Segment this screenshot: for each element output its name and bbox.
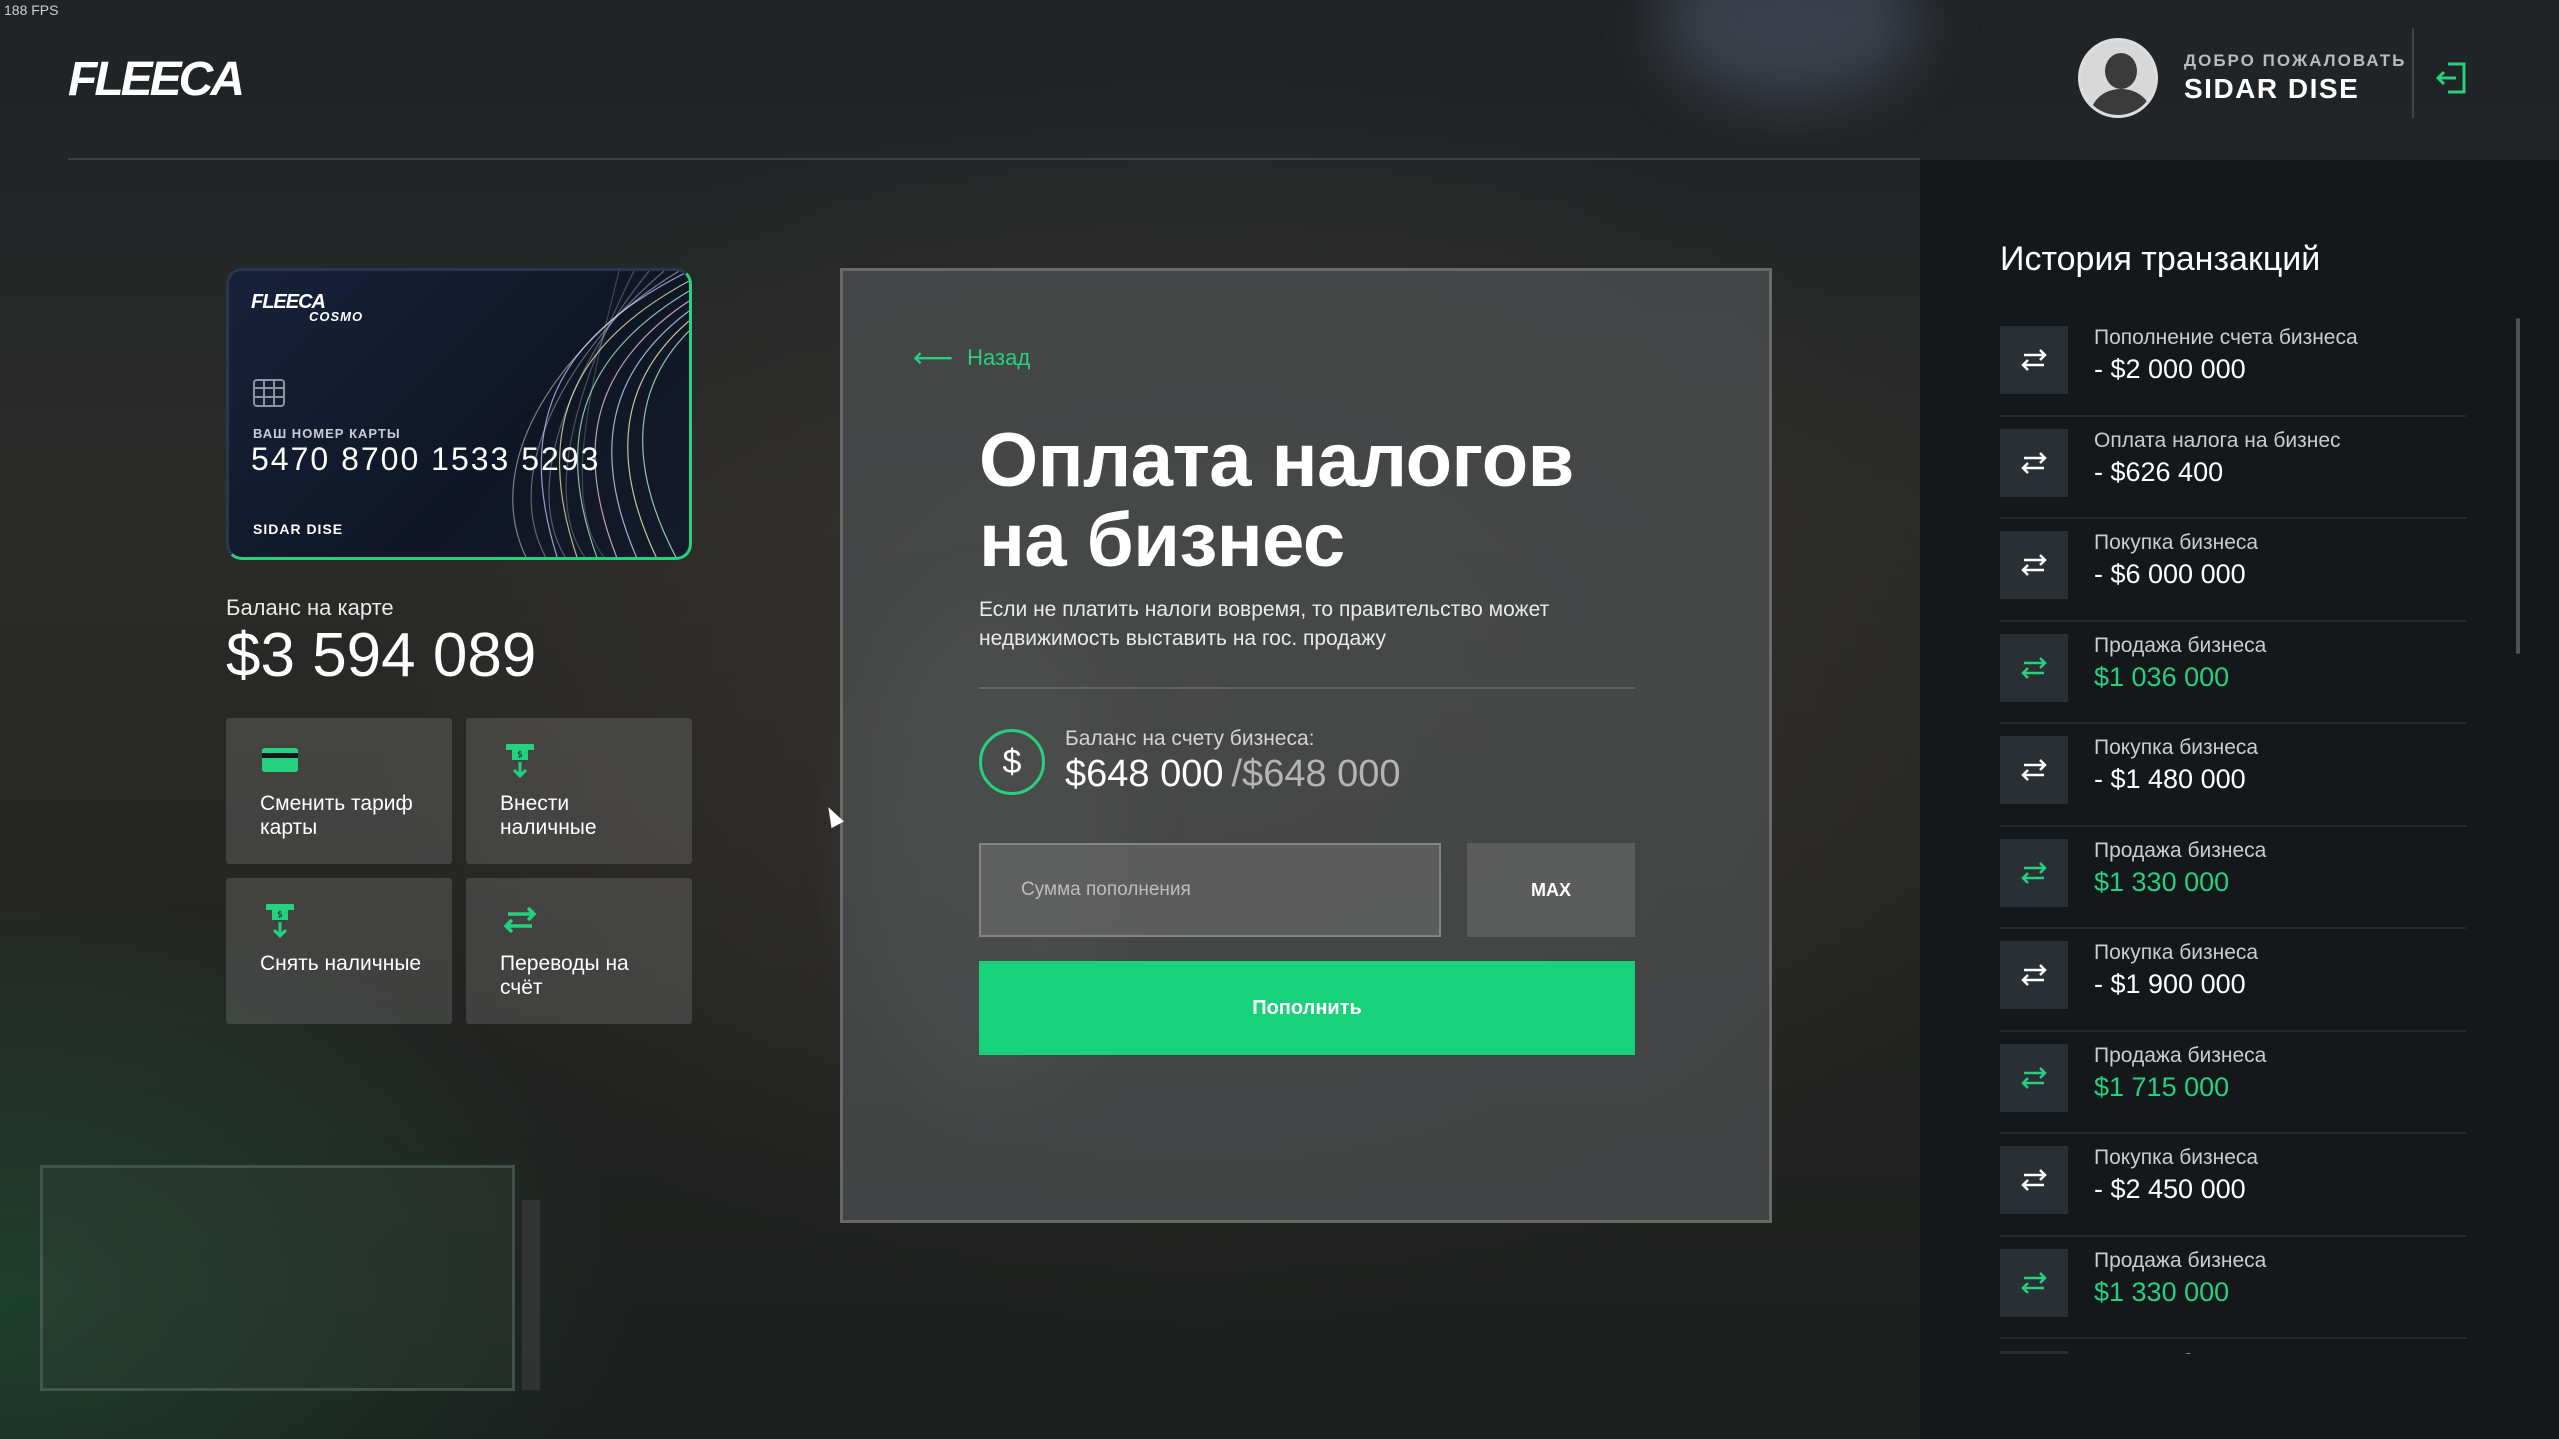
username: SIDAR DISE — [2184, 73, 2360, 104]
transfer-icon — [2000, 838, 2068, 907]
transaction-title: Продажа бизнеса — [2094, 633, 2267, 657]
transaction-item: Покупка бизнеса - $2 450 000 — [2000, 1134, 2466, 1237]
action-label: Снять наличные — [260, 952, 422, 975]
transaction-title: Покупка бизнеса — [2094, 1146, 2259, 1169]
modal-title: Оплата налогов на бизнес — [979, 418, 1574, 583]
change-tariff-button[interactable]: Сменить тариф карты — [226, 718, 452, 864]
transaction-item: Покупка бизнеса - $1 900 000 — [2000, 929, 2466, 1032]
transaction-item: Покупка бизнеса — [2000, 1339, 2466, 1354]
submit-button[interactable]: Пополнить — [979, 961, 1635, 1055]
transfer-icon — [2000, 1351, 2068, 1354]
minimap-bar — [522, 1200, 540, 1390]
transaction-item: Продажа бизнеса $1 330 000 — [2000, 1237, 2466, 1339]
transaction-title: Продажа бизнеса — [2094, 838, 2267, 862]
action-label: Переводы на счёт — [500, 952, 629, 999]
transaction-item: Покупка бизнеса - $6 000 000 — [2000, 519, 2466, 622]
svg-text:$: $ — [277, 910, 283, 920]
transaction-title: Покупка бизнеса — [2094, 941, 2259, 964]
transfer-icon — [503, 906, 537, 934]
welcome-text: ДОБРО ПОЖАЛОВАТЬ — [2184, 51, 2407, 70]
history-scrollbar[interactable] — [2516, 318, 2520, 654]
user-profile: ДОБРО ПОЖАЛОВАТЬ SIDAR DISE — [2078, 38, 2406, 118]
transaction-title: Покупка бизнеса — [2094, 736, 2259, 759]
fleeca-logo: FLEECA — [68, 53, 245, 106]
transfer-icon — [2000, 1043, 2068, 1112]
transfer-icon — [2000, 941, 2068, 1009]
max-button[interactable]: MAX — [1467, 843, 1635, 937]
card-number-label: ВАШ НОМЕР КАРТЫ — [253, 426, 401, 441]
business-balance-current: $648 000 — [1065, 753, 1224, 795]
transaction-amount: - $6 000 000 — [2094, 559, 2246, 589]
transaction-title: Пополнение счета бизнеса — [2094, 326, 2358, 349]
transaction-amount: $1 036 000 — [2094, 661, 2230, 692]
transfer-button[interactable]: Переводы на счёт — [466, 878, 692, 1024]
card-holder: SIDAR DISE — [253, 521, 344, 537]
transaction-amount: - $2 000 000 — [2094, 354, 2246, 384]
history-title: История транзакций — [2000, 240, 2321, 278]
logout-icon — [2435, 62, 2466, 94]
balance-label: Баланс на карте — [226, 595, 394, 620]
transfer-icon — [2000, 736, 2068, 804]
transaction-list[interactable]: Пополнение счета бизнеса - $2 000 000 Опла… — [2000, 314, 2466, 1354]
tax-payment-modal: ⟵ Назад Оплата налогов на бизнес Если не… — [840, 268, 1772, 1223]
withdraw-icon: $ — [266, 904, 294, 939]
fps-counter: 188 FPS — [4, 2, 59, 18]
transfer-icon — [2000, 1146, 2068, 1214]
transfer-icon — [2000, 633, 2068, 702]
minimap — [40, 1165, 515, 1391]
card-number: 5470 8700 1533 5293 — [251, 441, 601, 477]
back-label: Назад — [967, 344, 1031, 370]
business-balance-label: Баланс на счету бизнеса: — [1065, 727, 1315, 750]
transaction-title: Покупка бизнеса — [2094, 531, 2259, 554]
svg-text:$: $ — [517, 750, 523, 760]
header-divider — [2412, 28, 2414, 118]
transfer-icon — [2000, 1248, 2068, 1317]
withdraw-cash-button[interactable]: $ Снять наличные — [226, 878, 452, 1024]
transaction-history-panel: История транзакций Пополнение счета бизн… — [1920, 160, 2559, 1439]
deposit-cash-button[interactable]: $ Внести наличные — [466, 718, 692, 864]
modal-description: Если не платить налоги вовремя, то прави… — [979, 598, 1550, 650]
transaction-amount: $1 330 000 — [2094, 866, 2230, 897]
transfer-icon — [2000, 531, 2068, 599]
transaction-amount: - $626 400 — [2094, 456, 2224, 487]
card-tier: COSMO — [309, 309, 364, 324]
transaction-title: Оплата налога на бизнес — [2094, 428, 2341, 452]
action-label: Сменить тариф карты — [260, 792, 413, 839]
modal-divider — [979, 687, 1635, 689]
transaction-item: Продажа бизнеса $1 715 000 — [2000, 1032, 2466, 1134]
transaction-item: Пополнение счета бизнеса - $2 000 000 — [2000, 314, 2466, 417]
chip-icon — [253, 379, 285, 407]
card-pattern — [512, 271, 689, 557]
header-divider — [68, 158, 1920, 160]
deposit-icon: $ — [506, 744, 534, 779]
background-scene — [1660, 0, 1920, 100]
transaction-title: Покупка бизнеса — [2094, 1351, 2258, 1354]
transaction-amount: $1 330 000 — [2094, 1276, 2230, 1307]
transaction-item: Покупка бизнеса - $1 480 000 — [2000, 724, 2466, 827]
avatar — [2078, 38, 2158, 118]
transaction-item: Продажа бизнеса $1 036 000 — [2000, 622, 2466, 724]
transaction-item: Оплата налога на бизнес - $626 400 — [2000, 417, 2466, 519]
transaction-title: Продажа бизнеса — [2094, 1248, 2267, 1272]
dollar-icon: $ — [979, 729, 1045, 795]
balance-value: $3 594 089 — [226, 621, 537, 690]
business-balance-value: $648 000/$648 000 — [1065, 753, 1401, 796]
bank-card: FLEECA COSMO ВАШ НОМЕР КАРТЫ 5470 8700 1… — [226, 268, 692, 560]
logout-button[interactable] — [2432, 58, 2472, 98]
transaction-item: Продажа бизнеса $1 330 000 — [2000, 827, 2466, 929]
transaction-title: Продажа бизнеса — [2094, 1043, 2267, 1067]
transfer-icon — [2000, 326, 2068, 394]
back-button[interactable]: ⟵ Назад — [913, 341, 1030, 374]
amount-input[interactable] — [979, 843, 1441, 937]
transaction-amount: - $1 900 000 — [2094, 969, 2246, 999]
card-icon — [262, 748, 298, 772]
business-balance-max: /$648 000 — [1231, 753, 1401, 795]
transaction-amount: - $1 480 000 — [2094, 764, 2246, 794]
transfer-icon — [2000, 428, 2068, 497]
action-label: Внести наличные — [500, 792, 597, 839]
transaction-amount: $1 715 000 — [2094, 1071, 2230, 1102]
transaction-amount: - $2 450 000 — [2094, 1174, 2246, 1204]
arrow-left-icon: ⟵ — [913, 342, 954, 373]
